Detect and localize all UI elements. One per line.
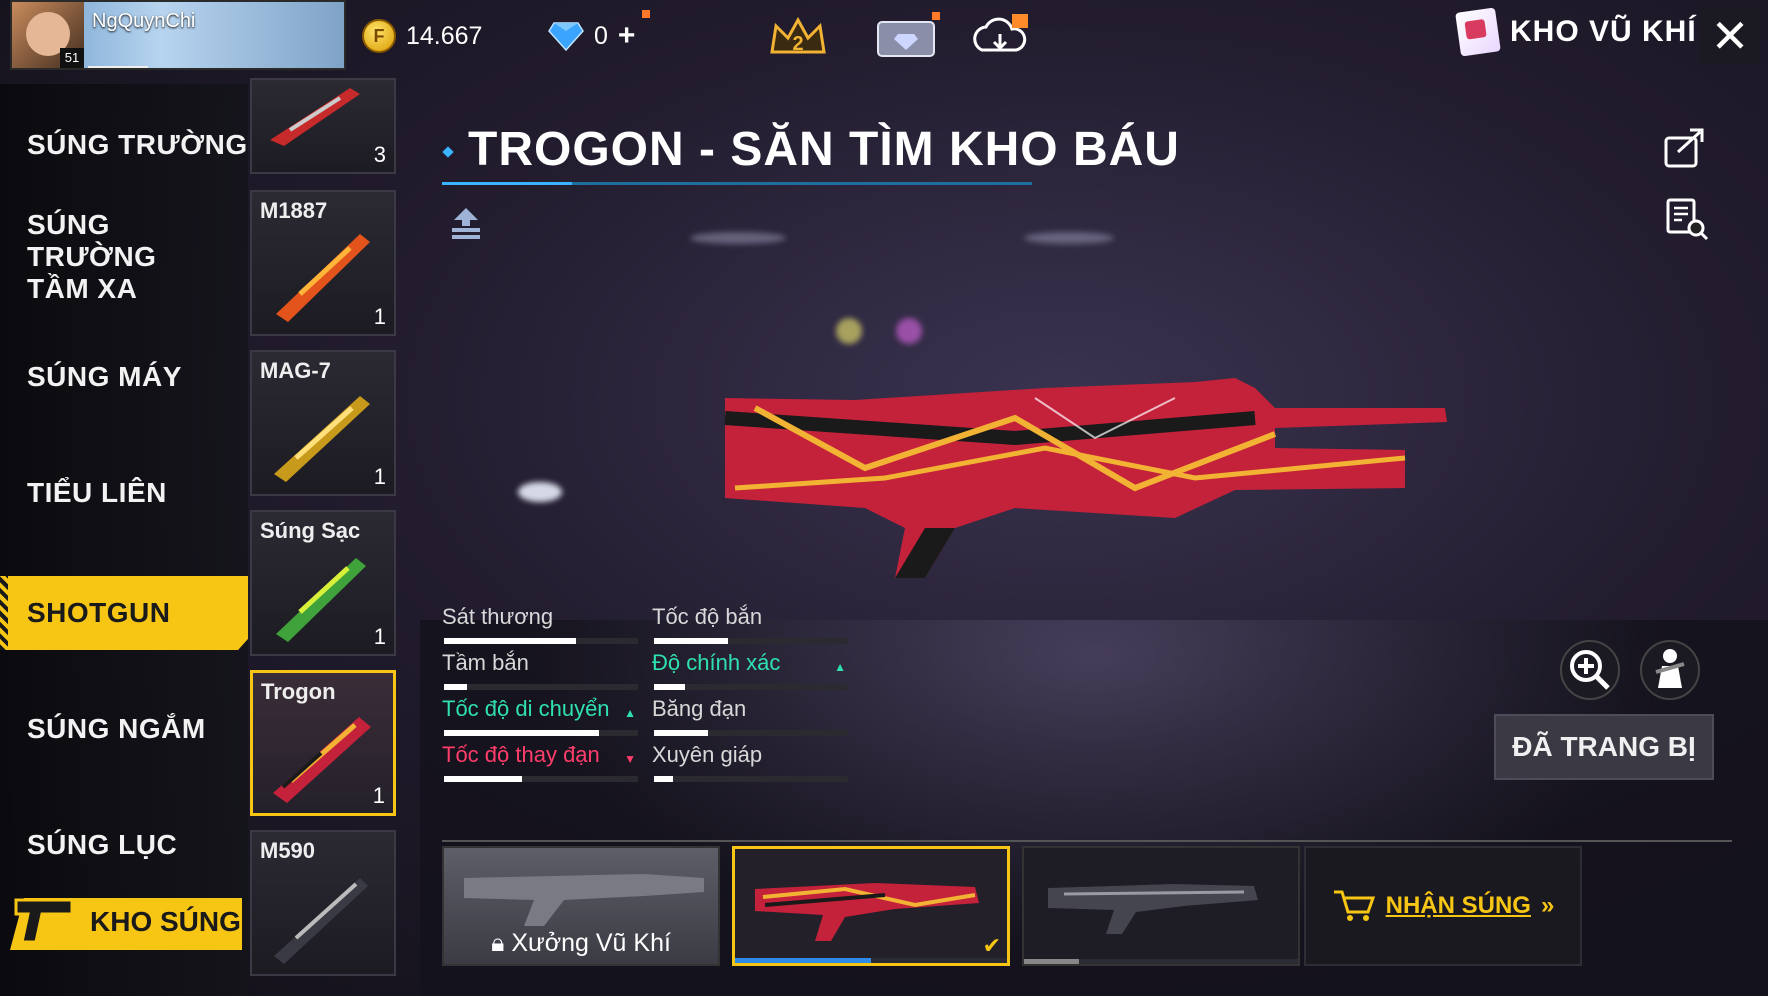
weapon-3d-model[interactable]: [715, 378, 1455, 588]
weapon-thumbnail: [276, 234, 370, 322]
weapon-card[interactable]: M1887 1: [250, 190, 396, 336]
stat-range: Tầm bắn: [442, 650, 638, 692]
background-light: [1024, 232, 1114, 244]
top-bar: 51 NgQuynChi F 14.667 0 + 2 KHO VŨ KHÍ ✕: [0, 0, 1768, 78]
category-pistol[interactable]: SÚNG LỤC: [0, 810, 248, 880]
category-sniper[interactable]: SÚNG NGẮM: [0, 694, 248, 764]
workshop-label: 🔒︎ Xưởng Vũ Khí: [491, 929, 671, 957]
notification-dot: [932, 12, 940, 20]
weapon-count: 1: [373, 464, 386, 489]
stat-damage: Sát thương: [442, 604, 638, 646]
get-gun-button[interactable]: NHẬN SÚNG »: [1304, 846, 1582, 966]
zoom-button[interactable]: [1560, 640, 1620, 700]
diamond-currency[interactable]: 0 +: [548, 16, 635, 56]
skin-slot-trogon[interactable]: ✔: [732, 846, 1010, 966]
weapon-thumbnail: [273, 717, 371, 803]
category-machine-gun[interactable]: SÚNG MÁY: [0, 342, 248, 412]
svg-text:2: 2: [792, 33, 803, 55]
weapon-count: 3: [373, 142, 386, 167]
page-title: KHO VŨ KHÍ: [1455, 7, 1697, 57]
weapon-vault-book-icon: [1455, 7, 1501, 57]
category-shotgun[interactable]: SHOTGUN: [0, 576, 248, 650]
skin-slot-default[interactable]: [1022, 846, 1300, 966]
equipped-button[interactable]: ĐÃ TRANG BỊ: [1494, 714, 1714, 780]
gold-currency: F 14.667: [362, 16, 482, 56]
skin-selector: 🔒︎ Xưởng Vũ Khí ✔ NHẬN SÚNG »: [442, 840, 1732, 970]
character-pose-icon: [1655, 649, 1685, 688]
title-underline: [442, 182, 1032, 185]
weapon-silhouette: [464, 874, 704, 926]
stat-down-arrow-icon: ▼: [624, 752, 636, 766]
weapon-thumbnail: [270, 88, 360, 146]
stat-up-arrow-icon: ▲: [624, 706, 636, 720]
pistol-icon: [14, 898, 74, 944]
notification-dot: [642, 10, 650, 18]
weapon-count: 1: [372, 783, 385, 808]
inspect-icon[interactable]: [1664, 196, 1710, 242]
zoom-in-icon: [1570, 650, 1610, 690]
weapon-list: 3 M1887 1 MAG-7 1 Súng Sạc 1 Trogon 1 M5…: [248, 78, 398, 996]
gold-amount: 14.667: [406, 21, 483, 50]
background-light: [836, 318, 862, 344]
weapon-card[interactable]: M590: [250, 830, 396, 976]
weapon-thumbnail: [276, 558, 366, 642]
weapon-card[interactable]: 3: [250, 78, 396, 174]
weapon-category-menu: SÚNG TRƯỜNG SÚNG TRƯỜNG TẦM XA SÚNG MÁY …: [0, 84, 248, 996]
weapon-count: 1: [373, 624, 386, 649]
player-name: NgQuynChi: [92, 10, 196, 32]
rank-crown-icon[interactable]: 2: [766, 12, 830, 64]
share-icon[interactable]: [1662, 124, 1708, 170]
background-light: [518, 482, 562, 502]
stat-reload-speed: Tốc độ thay đạn ▼: [442, 742, 638, 784]
player-level: 51: [60, 48, 84, 68]
skin-progress: [735, 958, 1007, 963]
background-light: [896, 318, 922, 344]
weapon-card[interactable]: MAG-7 1: [250, 350, 396, 496]
weapon-title: TROGON - SĂN TÌM KHO BÁU: [468, 123, 1180, 176]
character-pose-button[interactable]: [1640, 640, 1700, 700]
weapon-vault-tab[interactable]: KHO SÚNG: [0, 888, 244, 960]
xp-bar: [88, 66, 148, 68]
stat-accuracy: Độ chính xác ▲: [652, 650, 848, 692]
stat-fire-rate: Tốc độ bắn: [652, 604, 848, 646]
weapon-card[interactable]: Súng Sạc 1: [250, 510, 396, 656]
vault-card-icon[interactable]: [874, 12, 938, 64]
get-gun-label: NHẬN SÚNG: [1385, 892, 1531, 919]
background-light: [690, 232, 786, 244]
title-bullet: [442, 146, 454, 158]
weapon-vault-tab-label: KHO SÚNG: [90, 906, 241, 937]
stat-magazine: Băng đạn: [652, 696, 848, 738]
close-icon: ✕: [1710, 10, 1750, 62]
add-diamond-button[interactable]: +: [618, 19, 636, 53]
category-assault-rifle[interactable]: SÚNG TRƯỜNG: [0, 110, 248, 180]
close-button[interactable]: ✕: [1700, 8, 1760, 64]
weapon-card-selected[interactable]: Trogon 1: [250, 670, 396, 816]
stat-up-arrow-icon: ▲: [834, 660, 846, 674]
lock-icon: 🔒︎: [491, 929, 505, 957]
skin-thumbnail: [755, 883, 979, 941]
weapon-count: 1: [373, 304, 386, 329]
upgrade-icon[interactable]: [448, 206, 484, 246]
diamond-amount: 0: [594, 21, 608, 50]
category-smg[interactable]: TIỂU LIÊN: [0, 458, 248, 528]
stat-movement-speed: Tốc độ di chuyển ▲: [442, 696, 638, 738]
stat-armor-penetration: Xuyên giáp: [652, 742, 848, 784]
cloud-gift-icon[interactable]: [968, 12, 1032, 64]
weapon-thumbnail: [274, 396, 370, 482]
category-long-range-rifle[interactable]: SÚNG TRƯỜNG TẦM XA: [0, 209, 220, 304]
skin-thumbnail: [1048, 884, 1258, 934]
weapon-thumbnail: [274, 878, 368, 964]
gold-coin-icon: F: [362, 19, 396, 53]
diamond-icon: [548, 22, 584, 51]
chevron-right-icon: »: [1540, 892, 1555, 919]
selected-check-icon: ✔: [982, 933, 1001, 958]
page-title-label: KHO VŨ KHÍ: [1510, 15, 1697, 48]
skin-slot-workshop[interactable]: 🔒︎ Xưởng Vũ Khí: [442, 846, 720, 966]
player-profile[interactable]: 51 NgQuynChi: [10, 0, 346, 70]
skin-progress: [1024, 959, 1298, 964]
weapon-title-block: TROGON - SĂN TÌM KHO BÁU: [442, 118, 1179, 186]
cart-icon: [1333, 890, 1375, 921]
